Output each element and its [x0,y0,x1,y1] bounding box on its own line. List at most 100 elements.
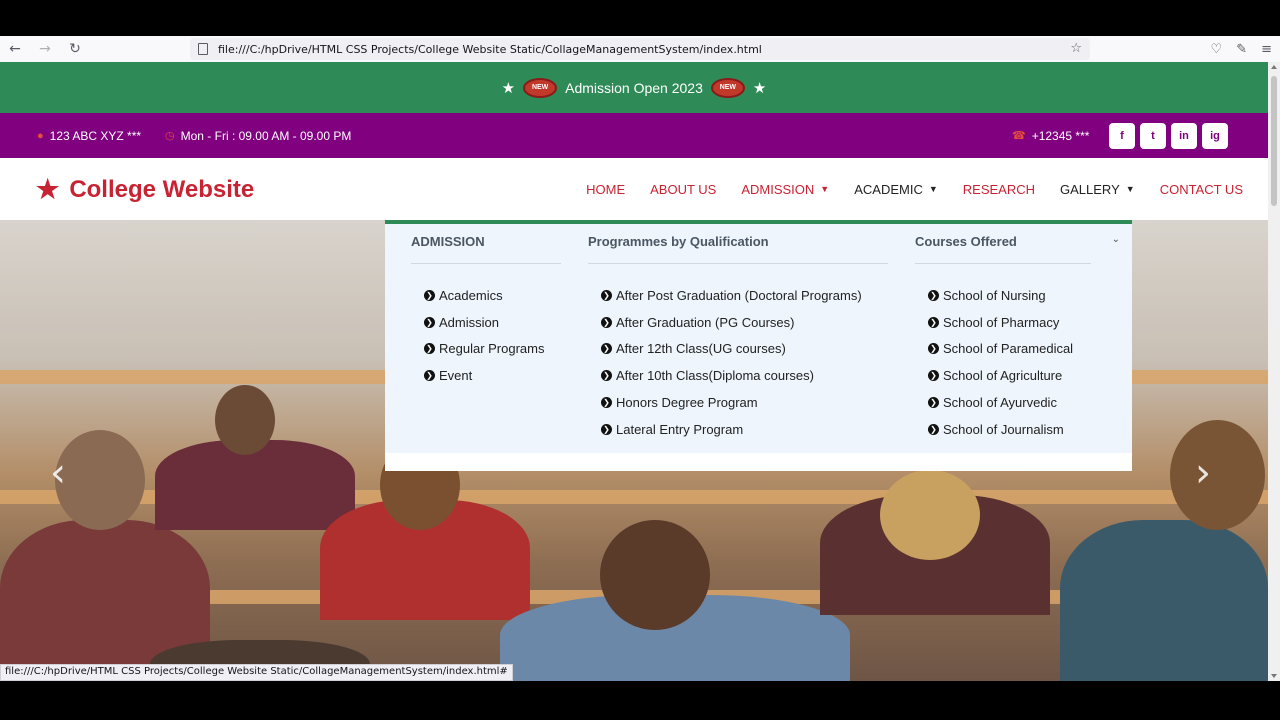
mega-item[interactable]: ❯ After Graduation (PG Courses) [601,309,888,336]
student-figure [600,520,710,630]
mega-item[interactable]: ❯ School of Pharmacy [928,309,1091,336]
student-figure [55,430,145,530]
scroll-up-icon[interactable] [1271,65,1277,69]
chevron-down-icon: ▼ [1125,184,1135,194]
mega-item[interactable]: ❯ Academics [424,282,561,309]
mega-item[interactable]: ❯ Admission [424,309,561,336]
mega-item[interactable]: ❯ After 10th Class(Diploma courses) [601,362,888,389]
mega-item-label: School of Agriculture [943,368,1063,384]
url-text: file:///C:/hpDrive/HTML CSS Projects/Col… [218,42,762,56]
mega-item[interactable]: ❯ Honors Degree Program [601,389,888,416]
screen: ← → ↻ file:///C:/hpDrive/HTML CSS Projec… [0,0,1280,720]
mega-item-label: Honors Degree Program [616,395,758,411]
address-text: 123 ABC XYZ *** [49,128,142,143]
mega-item-label: Lateral Entry Program [616,421,744,437]
mega-item-label: School of Paramedical [943,341,1074,357]
scroll-thumb[interactable] [1271,76,1277,206]
hours-info: ◷ Mon - Fri : 09.00 AM - 09.00 PM [165,113,351,158]
new-badge: NEW [525,79,556,96]
extensions-icon[interactable]: ✎ [1236,42,1247,57]
brand-name: College Website [69,175,255,203]
page-icon [198,43,208,55]
mega-item[interactable]: ❯ After Post Graduation (Doctoral Program… [601,282,888,309]
chevron-left-icon[interactable]: ‹ [50,450,66,496]
arrow-circle-icon: ❯ [424,316,435,328]
mega-item-label: Academics [439,287,503,303]
student-figure [1170,420,1265,530]
reload-icon[interactable]: ↻ [60,36,90,62]
arrow-circle-icon: ❯ [928,289,939,301]
arrow-circle-icon: ❯ [424,343,435,355]
address-info: ● 123 ABC XYZ *** [37,113,141,158]
mega-item[interactable]: ❯ School of Ayurvedic [928,389,1091,416]
chevron-right-icon[interactable]: › [1195,450,1211,496]
mega-item-label: After 12th Class(UG courses) [616,341,786,357]
announcement-text: Admission Open 2023 [565,79,703,96]
browser-toolbar: ← → ↻ file:///C:/hpDrive/HTML CSS Projec… [0,36,1280,62]
star-icon: ★ [752,79,767,97]
mega-item[interactable]: ❯ After 12th Class(UG courses) [601,336,888,363]
mega-item-label: Regular Programs [439,341,545,357]
facebook-icon[interactable]: f [1109,123,1135,149]
nav-about[interactable]: ABOUT US [650,182,716,197]
admission-mega-menu: ADMISSION ❯ Academics ❯ Admission ❯ Regular… [385,220,1132,471]
mega-item-label: After Graduation (PG Courses) [616,314,795,330]
arrow-circle-icon: ❯ [424,289,435,301]
mega-item[interactable]: ❯ School of Agriculture [928,362,1091,389]
hours-text: Mon - Fri : 09.00 AM - 09.00 PM [180,128,352,143]
instagram-icon[interactable]: ig [1202,123,1228,149]
arrow-circle-icon: ❯ [928,423,939,435]
chevron-down-icon[interactable]: ⌄ [1112,234,1120,245]
location-pin-icon: ● [37,129,44,142]
mega-item[interactable]: ❯ School of Paramedical [928,336,1091,363]
mega-item[interactable]: ❯ School of Journalism [928,416,1091,443]
nav-contact[interactable]: CONTACT US [1160,182,1243,197]
address-bar[interactable]: file:///C:/hpDrive/HTML CSS Projects/Col… [190,38,1090,60]
arrow-circle-icon: ❯ [424,370,435,382]
nav-academic[interactable]: ACADEMIC ▼ [854,182,938,197]
phone-text: +12345 *** [1031,128,1090,143]
arrow-circle-icon: ❯ [928,343,939,355]
menu-icon[interactable]: ≡ [1261,42,1272,57]
social-links: f t in ig [1109,123,1228,149]
mega-col-courses: Courses Offered ❯ School of Nursing ❯ Scho… [915,224,1091,443]
phone-info: ☎ +12345 *** [1012,113,1089,158]
chevron-down-icon: ▼ [928,184,938,194]
page-scrollbar[interactable] [1268,62,1280,681]
linkedin-icon[interactable]: in [1171,123,1197,149]
brand-logo[interactable]: ★ College Website [36,174,254,205]
main-menu: HOME ABOUT US ADMISSION ▼ ACADEMIC ▼ RESEA… [586,158,1243,220]
nav-research[interactable]: RESEARCH [963,182,1035,197]
forward-icon[interactable]: → [30,36,60,62]
bookmark-star-icon[interactable]: ☆ [1070,41,1082,56]
mega-item[interactable]: ❯ Event [424,362,561,389]
nav-home[interactable]: HOME [586,182,625,197]
mega-col-admission: ADMISSION ❯ Academics ❯ Admission ❯ Regular… [411,224,561,389]
mega-item-label: School of Journalism [943,421,1064,437]
announcement-bar: ★ NEW Admission Open 2023 NEW ★ [0,62,1268,113]
nav-gallery[interactable]: GALLERY ▼ [1060,182,1135,197]
student-figure [155,440,355,530]
arrow-circle-icon: ❯ [601,343,612,355]
mega-col-title: ADMISSION [411,224,561,264]
pocket-icon[interactable]: ♡ [1211,42,1223,57]
arrow-circle-icon: ❯ [928,316,939,328]
student-figure [1060,520,1268,681]
mega-item[interactable]: ❯ Lateral Entry Program [601,416,888,443]
nav-admission[interactable]: ADMISSION ▼ [741,182,829,197]
scroll-down-icon[interactable] [1271,674,1277,678]
twitter-icon[interactable]: t [1140,123,1166,149]
mega-item-label: School of Pharmacy [943,314,1060,330]
mega-item[interactable]: ❯ School of Nursing [928,282,1091,309]
star-icon: ★ [501,79,516,97]
star-logo-icon: ★ [36,174,60,204]
mega-menu-footer [385,453,1132,471]
mega-item-label: School of Ayurvedic [943,395,1057,411]
arrow-circle-icon: ❯ [601,370,612,382]
student-figure [880,470,980,560]
back-icon[interactable]: ← [0,36,30,62]
nav-gallery-label: GALLERY [1060,181,1120,197]
arrow-circle-icon: ❯ [601,316,612,328]
mega-item[interactable]: ❯ Regular Programs [424,336,561,363]
arrow-circle-icon: ❯ [601,289,612,301]
